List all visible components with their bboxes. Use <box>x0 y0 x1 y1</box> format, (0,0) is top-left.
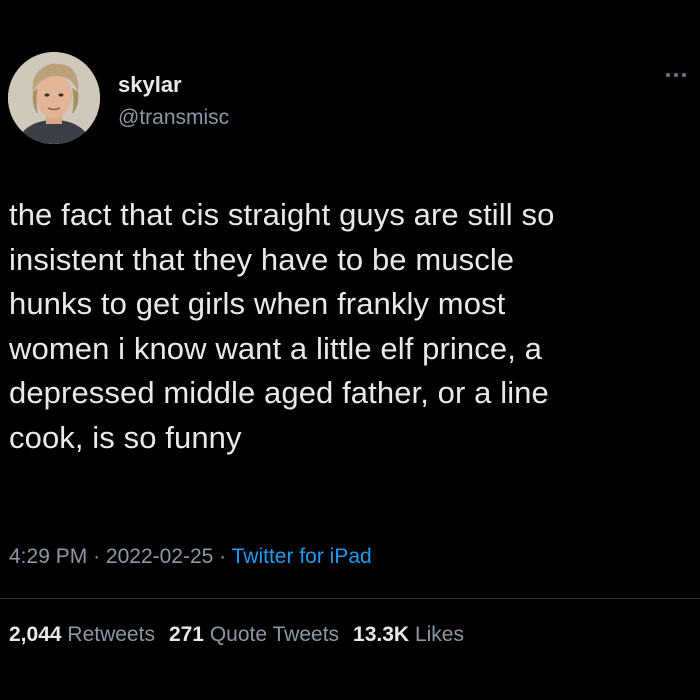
likes-count: 13.3K <box>353 623 410 646</box>
tweet-time[interactable]: 4:29 PM <box>9 545 87 568</box>
avatar-image <box>8 52 100 144</box>
quote-tweets-stat[interactable]: 271 Quote Tweets <box>169 623 339 646</box>
more-dot <box>674 73 678 77</box>
retweets-stat[interactable]: 2,044 Retweets <box>9 623 155 646</box>
more-dot <box>682 73 686 77</box>
meta-separator: · <box>93 545 101 568</box>
tweet-source-link[interactable]: Twitter for iPad <box>232 545 372 568</box>
more-dot <box>666 73 670 77</box>
retweets-label: Retweets <box>67 623 155 646</box>
tweet-date[interactable]: 2022-02-25 <box>106 545 213 568</box>
avatar[interactable] <box>8 52 100 144</box>
meta-separator: · <box>219 545 227 568</box>
user-handle[interactable]: @transmisc <box>118 105 229 131</box>
likes-stat[interactable]: 13.3K Likes <box>353 623 464 646</box>
retweets-count: 2,044 <box>9 623 62 646</box>
display-name[interactable]: skylar <box>118 72 182 98</box>
quote-tweets-label: Quote Tweets <box>209 623 340 646</box>
tweet-meta: 4:29 PM · 2022-02-25 · Twitter for iPad <box>9 543 372 571</box>
likes-label: Likes <box>414 623 464 646</box>
more-horizontal-icon[interactable] <box>666 70 686 80</box>
divider <box>0 598 700 599</box>
tweet-text: the fact that cis straight guys are stil… <box>9 197 555 455</box>
quote-tweets-count: 271 <box>168 623 204 646</box>
tweet-card: skylar @transmisc the fact that cis stra… <box>0 0 700 700</box>
tweet-stats: 2,044 Retweets 271 Quote Tweets 13.3K Like… <box>9 622 464 648</box>
